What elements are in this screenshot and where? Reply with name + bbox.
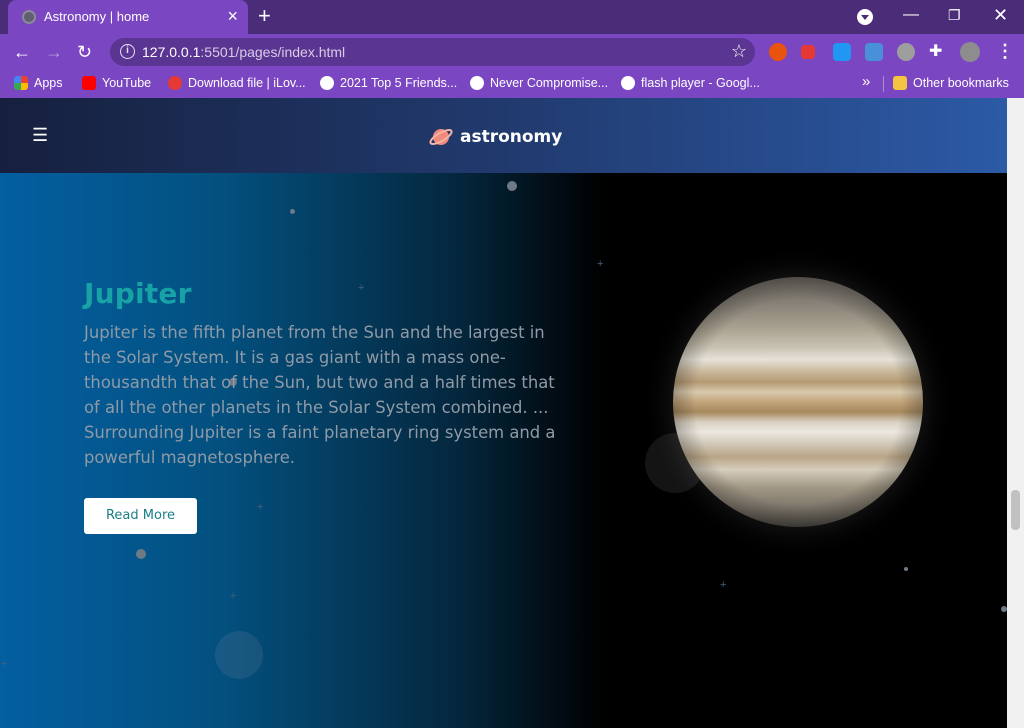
- extension-globe-icon[interactable]: [897, 43, 915, 61]
- bookmark-never-compromise[interactable]: Never Compromise...: [470, 76, 608, 90]
- google-icon: [621, 76, 635, 90]
- restore-button[interactable]: ❐: [948, 4, 961, 26]
- tab-search-icon[interactable]: [857, 9, 873, 25]
- jupiter-image: [673, 277, 923, 527]
- background-bubble: [215, 631, 263, 679]
- forward-button[interactable]: →: [45, 41, 63, 63]
- browser-toolbar: ← → ↻ i 127.0.0.1:5501/pages/index.html …: [0, 34, 1024, 70]
- bookmarks-bar: Apps YouTube Download file | iLov... 202…: [0, 70, 1024, 98]
- bookmark-divider: [883, 76, 884, 92]
- tab-title: Astronomy | home: [44, 9, 150, 24]
- brand-name: astronomy: [460, 127, 563, 147]
- shield-icon: [470, 76, 484, 90]
- star-sparkle: +: [257, 501, 264, 513]
- star-sparkle: +: [230, 590, 237, 602]
- star-sparkle: +: [1, 658, 8, 670]
- bookmark-flash-player[interactable]: flash player - Googl...: [621, 76, 760, 90]
- read-more-button[interactable]: Read More: [84, 498, 197, 534]
- star-sparkle: +: [597, 258, 604, 270]
- scrollbar-thumb[interactable]: [1011, 490, 1020, 530]
- site-header: ☰ astronomy: [0, 98, 1007, 173]
- star-sparkle: +: [358, 282, 365, 294]
- page-viewport: ☰ astronomy + + + + + + Jupiter Jupiter …: [0, 98, 1007, 728]
- bookmark-youtube[interactable]: YouTube: [82, 76, 151, 90]
- extension-screen-icon[interactable]: [865, 43, 883, 61]
- extensions-puzzle-icon[interactable]: ✚: [929, 43, 947, 61]
- youtube-icon: [82, 76, 96, 90]
- star-dot: [904, 567, 908, 571]
- tab-bar: Astronomy | home × + — ❐ ✕: [0, 0, 1024, 34]
- bookmark-star-icon[interactable]: ☆: [731, 41, 747, 62]
- globe-icon: [320, 76, 334, 90]
- close-tab-icon[interactable]: ×: [227, 6, 238, 26]
- jupiter-hero-section: + + + + + + Jupiter Jupiter is the fifth…: [0, 173, 1007, 728]
- profile-avatar[interactable]: [960, 42, 980, 62]
- address-bar[interactable]: i 127.0.0.1:5501/pages/index.html ☆: [110, 38, 755, 66]
- tab-astronomy-home[interactable]: Astronomy | home ×: [8, 0, 248, 34]
- bookmark-ilovepdf[interactable]: Download file | iLov...: [168, 76, 306, 90]
- url-text[interactable]: 127.0.0.1:5501/pages/index.html: [142, 44, 345, 60]
- minimize-button[interactable]: —: [903, 4, 919, 26]
- hamburger-menu-icon[interactable]: ☰: [32, 125, 48, 145]
- more-bookmarks-icon[interactable]: »: [862, 73, 870, 90]
- site-logo[interactable]: astronomy: [428, 124, 562, 150]
- planet-logo-icon: [429, 129, 453, 145]
- folder-icon: [893, 76, 907, 90]
- heart-icon: [168, 76, 182, 90]
- planet-description: Jupiter is the fifth planet from the Sun…: [84, 323, 556, 467]
- bookmark-top5-friends[interactable]: 2021 Top 5 Friends...: [320, 76, 457, 90]
- reload-button[interactable]: ↻: [77, 41, 92, 63]
- star-sparkle: +: [720, 579, 727, 591]
- other-bookmarks-folder[interactable]: Other bookmarks: [893, 76, 1009, 90]
- extension-cloud-icon[interactable]: [833, 43, 851, 61]
- planet-title: Jupiter: [84, 277, 192, 310]
- close-window-button[interactable]: ✕: [993, 4, 1008, 26]
- new-tab-button[interactable]: +: [258, 4, 271, 28]
- apps-grid-icon: [14, 76, 28, 90]
- info-icon[interactable]: i: [120, 44, 135, 59]
- back-button[interactable]: ←: [13, 41, 31, 63]
- extension-red-icon[interactable]: [801, 45, 815, 59]
- star-dot: [507, 181, 517, 191]
- browser-menu-icon[interactable]: ⋮: [996, 40, 1014, 62]
- star-dot: [136, 549, 146, 559]
- extension-infinity-icon[interactable]: [769, 43, 787, 61]
- bookmark-apps[interactable]: Apps: [14, 76, 63, 90]
- favicon-icon: [22, 10, 36, 24]
- page-scrollbar[interactable]: [1007, 98, 1024, 728]
- star-dot: [290, 209, 295, 214]
